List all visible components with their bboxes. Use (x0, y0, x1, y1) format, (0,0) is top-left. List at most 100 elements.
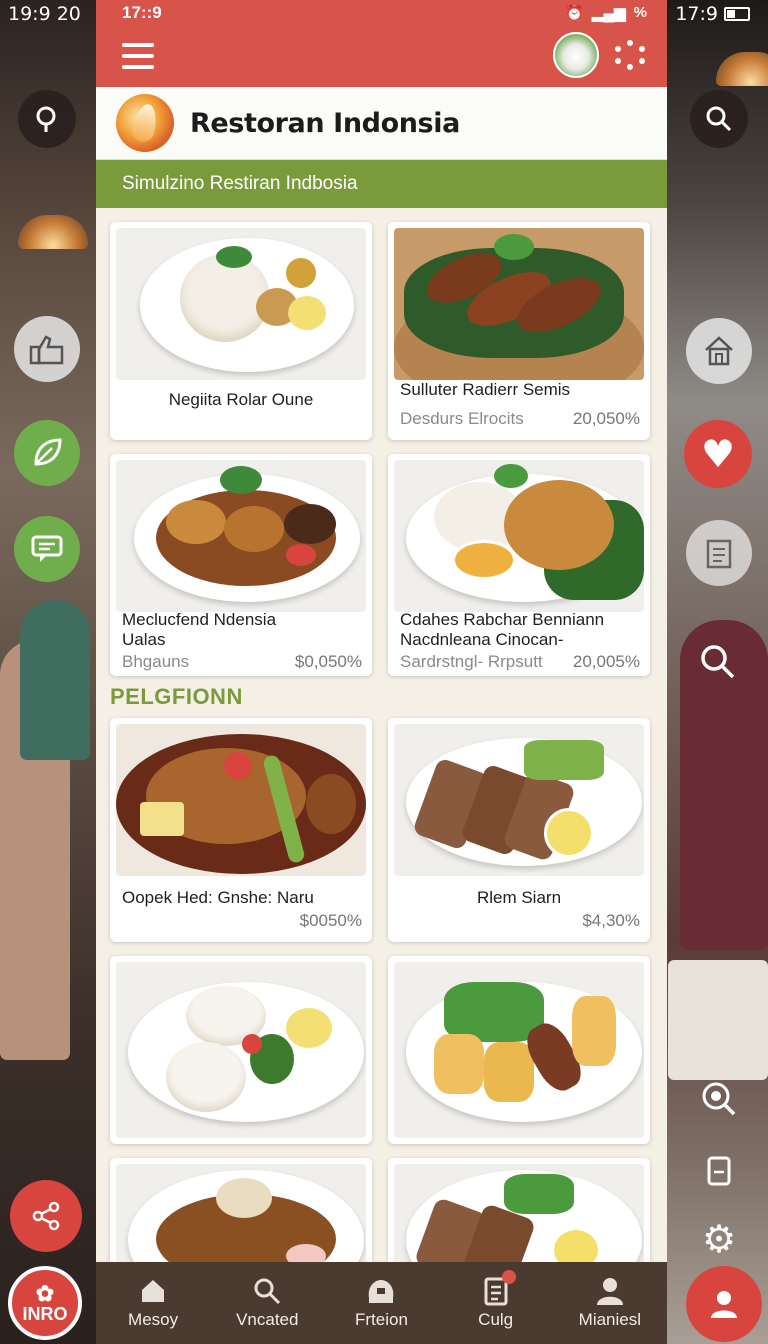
status-bar: 17::9 ⏰ ▂▄▆ % (96, 0, 667, 26)
app-top-bar: 17::9 ⏰ ▂▄▆ % (96, 0, 667, 87)
receipt-button[interactable] (694, 1146, 744, 1196)
page-title: Restoran Indonsia (190, 107, 460, 139)
share-icon (32, 1201, 60, 1231)
profile-button[interactable] (686, 1266, 762, 1342)
restaurant-logo (116, 94, 174, 152)
settings-button[interactable]: ⚙ (694, 1214, 744, 1264)
chef-hat-icon (365, 1276, 397, 1310)
nav-item-search[interactable]: Vncated (217, 1276, 317, 1330)
food-image (116, 1164, 366, 1274)
card-price: 20,005% (572, 652, 640, 671)
search-button-right[interactable] (690, 634, 746, 690)
menu-card[interactable]: Negiita Rolar Oune (110, 222, 372, 440)
menu-card[interactable]: Cdahes Rabchar Benniann Nacdnleana Cinoca… (388, 454, 650, 676)
card-meta: Bhgauns $0,050% (122, 652, 362, 672)
card-subtitle: Bhgauns (122, 652, 190, 671)
location-search-button[interactable] (692, 1072, 746, 1126)
profile-icon (595, 1276, 625, 1310)
card-meta: $0050% (122, 911, 362, 931)
menu-icon[interactable] (122, 43, 154, 69)
card-title: Oopek Hed: Gnshe: Naru (122, 888, 314, 907)
chat-icon (31, 535, 63, 562)
card-price: $0,050% (294, 652, 362, 671)
card-price: 20,050% (572, 409, 640, 428)
right-status: 17:9 (667, 0, 758, 28)
menu-card[interactable] (110, 1158, 372, 1278)
bottom-navigation: Mesoy Vncated Frteion Culg Mianiesl (96, 1262, 667, 1344)
diner-figure (20, 600, 90, 760)
profile-icon (711, 1291, 737, 1318)
more-options-icon[interactable] (615, 40, 645, 70)
menu-card[interactable] (110, 956, 372, 1144)
search-icon (701, 645, 735, 679)
nav-label: Frteion (355, 1310, 408, 1329)
search-icon (706, 106, 732, 132)
subtitle: Simulzino Restiran Indbosia (122, 173, 358, 194)
card-price: $0050% (299, 911, 362, 930)
menu-card[interactable]: Rlem Siarn $4,30% (388, 718, 650, 942)
nav-item-chef[interactable]: Frteion (331, 1276, 431, 1330)
food-image (394, 460, 644, 612)
card-price: $4,30% (582, 911, 640, 930)
home-button[interactable] (686, 318, 752, 384)
section-label: PELGFIONN (110, 684, 243, 709)
battery-text: % (633, 4, 647, 21)
notification-badge (501, 1270, 516, 1284)
card-title: Meclucfend Ndensia Ualas (122, 610, 277, 649)
search-fab[interactable] (18, 90, 76, 148)
signal-icon: ▂▄▆ (591, 5, 626, 22)
food-image (394, 962, 644, 1138)
leaf-icon (34, 438, 62, 466)
search-fab-right[interactable] (690, 90, 748, 148)
left-status-time: 19:9 20 (8, 3, 81, 25)
nav-label: Mianiesl (578, 1310, 642, 1329)
status-time: 17::9 (122, 3, 162, 22)
menu-card[interactable] (388, 956, 650, 1144)
clipboard-icon (706, 539, 732, 569)
nav-label: Vncated (236, 1310, 299, 1329)
menu-card[interactable]: Oopek Hed: Gnshe: Naru $0050% (110, 718, 372, 942)
thumbs-up-icon (29, 335, 64, 365)
card-meta: Sardrstngl- Rrpsutt 20,005% (400, 652, 640, 672)
card-meta: $4,30% (400, 911, 640, 931)
thumbs-up-button[interactable] (14, 316, 80, 382)
alarm-icon: ⏰ (565, 5, 584, 22)
food-image (116, 460, 366, 612)
nav-label: Mesoy (128, 1310, 179, 1329)
subtitle-bar: Simulzino Restiran Indbosia (96, 160, 667, 208)
nav-label: Culg (478, 1310, 514, 1329)
info-button[interactable]: ✿ INRO (8, 1266, 82, 1340)
card-title: Cdahes Rabchar Benniann Nacdnleana Cinoca… (400, 610, 605, 649)
menu-card[interactable]: Sulluter Radierr Semis Desdurs Elrocits … (388, 222, 650, 440)
home-icon (705, 336, 733, 366)
menu-card[interactable] (388, 1158, 650, 1278)
chat-button[interactable] (14, 516, 80, 582)
app-header: Restoran Indonsia (96, 87, 667, 160)
food-image (116, 724, 366, 876)
table (668, 960, 768, 1080)
battery-icon (724, 7, 750, 21)
home-icon (139, 1276, 167, 1310)
nav-item-home[interactable]: Mesoy (103, 1276, 203, 1330)
menu-list-button[interactable] (686, 520, 752, 586)
gear-icon: ⚙ (701, 1217, 737, 1261)
receipt-icon (707, 1156, 731, 1186)
favorite-button[interactable]: ♥ (684, 420, 752, 488)
right-status-time: 17:9 (675, 3, 718, 25)
menu-card[interactable]: Meclucfend Ndensia Ualas Bhgauns $0,050% (110, 454, 372, 676)
card-title: Rlem Siarn (476, 888, 562, 907)
share-button[interactable] (10, 1180, 82, 1252)
heart-icon: ♥ (700, 432, 736, 476)
eco-button[interactable] (14, 420, 80, 486)
search-icon (252, 1276, 282, 1310)
food-image (394, 724, 644, 876)
food-image (116, 962, 366, 1138)
nav-item-profile[interactable]: Mianiesl (560, 1276, 660, 1330)
info-button-label: INRO (22, 1304, 68, 1324)
card-title: Negiita Rolar Oune (168, 390, 314, 409)
nav-item-orders[interactable]: Culg (446, 1270, 546, 1330)
food-image (116, 228, 366, 380)
avatar[interactable] (553, 32, 599, 78)
info-icon: ✿ (35, 1281, 55, 1306)
status-icons: ⏰ ▂▄▆ % (565, 4, 647, 22)
